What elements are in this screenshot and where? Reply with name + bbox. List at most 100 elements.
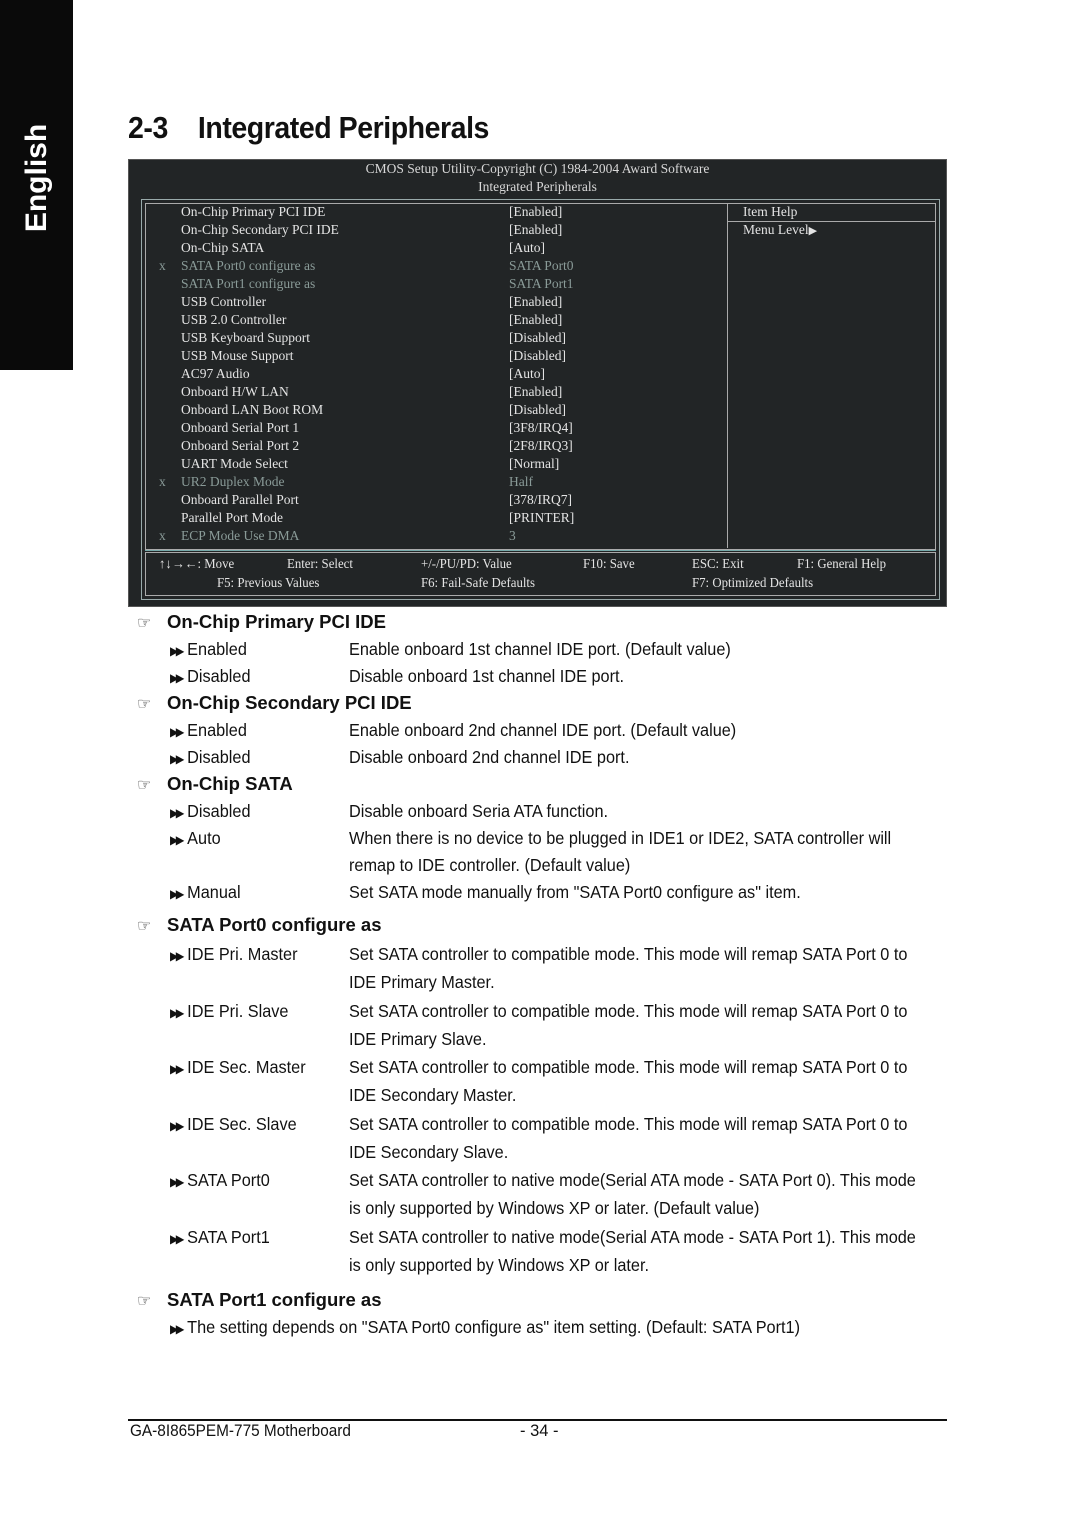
option-description: Set SATA controller to compatible mode. … [349, 1114, 908, 1134]
bios-setting-row[interactable]: On-Chip Secondary PCI IDE [Enabled] [129, 221, 727, 239]
option-name: ▶▶ SATA Port1 [170, 1227, 270, 1248]
bios-setting-value[interactable]: [Enabled] [509, 293, 562, 311]
bios-setting-value: 3 [509, 528, 516, 543]
disabled-mark: x [159, 258, 166, 273]
bios-setting-row[interactable]: On-Chip SATA [Auto] [129, 239, 727, 257]
option-description: IDE Secondary Master. [349, 1085, 517, 1105]
option-description: IDE Primary Master. [349, 972, 495, 992]
key-hint: F1: General Help [797, 556, 886, 572]
double-arrow-icon: ▶▶ [170, 1006, 184, 1020]
bios-setting-value[interactable]: [2F8/IRQ3] [509, 437, 573, 455]
bios-setting-label: Onboard Serial Port 1 [181, 420, 300, 435]
bios-setting-value[interactable]: [3F8/IRQ4] [509, 419, 573, 437]
bios-setting-value[interactable]: [Disabled] [509, 401, 566, 419]
key-name: ESC: [692, 556, 720, 571]
section-note-text: The setting depends on "SATA Port0 confi… [187, 1317, 801, 1337]
option-name-text: Disabled [187, 666, 251, 686]
option-name-text: Manual [187, 882, 241, 902]
language-tab-label: English [19, 123, 53, 233]
bios-setting-value[interactable]: [Enabled] [509, 221, 562, 239]
key-action: General Help [817, 556, 887, 571]
option-name-text: SATA Port1 [187, 1227, 270, 1247]
section-heading: ☞ On-Chip SATA [137, 773, 293, 795]
pointing-hand-icon: ☞ [137, 777, 152, 794]
key-hint: F6: Fail-Safe Defaults [421, 575, 535, 591]
key-name: F7: [692, 575, 710, 590]
bios-setting-row: x SATA Port0 configure as SATA Port0 [129, 257, 727, 275]
menu-level: Menu Level▶ [743, 221, 817, 240]
bios-setting-row[interactable]: USB 2.0 Controller [Enabled] [129, 311, 727, 329]
bios-setting-row[interactable]: Parallel Port Mode [PRINTER] [129, 509, 727, 527]
bios-setting-label: USB Mouse Support [181, 348, 294, 363]
page-title: 2-3 Integrated Peripherals [128, 110, 489, 146]
bios-setting-row[interactable]: On-Chip Primary PCI IDE [Enabled] [129, 203, 727, 221]
double-arrow-icon: ▶▶ [170, 806, 184, 820]
bios-setting-row[interactable]: USB Keyboard Support [Disabled] [129, 329, 727, 347]
bios-setting-value: SATA Port1 [509, 276, 574, 291]
key-hint: ESC: Exit [692, 556, 744, 572]
bios-setting-row[interactable]: Onboard Serial Port 1 [3F8/IRQ4] [129, 419, 727, 437]
key-action: Fail-Safe Defaults [441, 575, 535, 590]
key-action: Exit [722, 556, 744, 571]
bios-setting-label: USB Keyboard Support [181, 330, 310, 345]
bios-setting-value[interactable]: [Disabled] [509, 347, 566, 365]
option-description: IDE Secondary Slave. [349, 1142, 509, 1162]
option-description: When there is no device to be plugged in… [349, 828, 892, 848]
bios-setting-value[interactable]: [Enabled] [509, 311, 562, 329]
bios-setting-label: ECP Mode Use DMA [181, 528, 300, 543]
bios-setting-row[interactable]: Onboard Serial Port 2 [2F8/IRQ3] [129, 437, 727, 455]
double-arrow-icon: ▶▶ [170, 1232, 184, 1246]
option-description: Disable onboard 1st channel IDE port. [349, 666, 625, 686]
option-name: ▶▶ Disabled [170, 801, 251, 822]
bios-setting-row[interactable]: Onboard H/W LAN [Enabled] [129, 383, 727, 401]
bios-setting-row: x ECP Mode Use DMA 3 [129, 527, 727, 545]
bios-setting-label: On-Chip Primary PCI IDE [181, 204, 326, 219]
page-number: - 34 - [520, 1422, 559, 1440]
bios-setting-value[interactable]: [Enabled] [509, 383, 562, 401]
bios-setting-value[interactable]: [Disabled] [509, 329, 566, 347]
bios-setting-row[interactable]: Onboard Parallel Port [378/IRQ7] [129, 491, 727, 509]
bios-setting-value[interactable]: [Enabled] [509, 203, 562, 221]
double-arrow-icon: ▶▶ [170, 1322, 184, 1336]
double-arrow-icon: ▶▶ [170, 949, 184, 963]
key-hint: ↑↓→←: Move [159, 556, 234, 572]
pointing-hand-icon: ☞ [137, 615, 152, 632]
section-heading-text: On-Chip Secondary PCI IDE [167, 692, 412, 713]
bios-setting-row[interactable]: USB Controller [Enabled] [129, 293, 727, 311]
key-hint: F7: Optimized Defaults [692, 575, 813, 591]
bios-setting-row[interactable]: USB Mouse Support [Disabled] [129, 347, 727, 365]
bios-setting-value[interactable]: [PRINTER] [509, 509, 574, 527]
menu-level-label: Menu Level [743, 222, 809, 237]
option-description: Disable onboard Seria ATA function. [349, 801, 609, 821]
key-hint: F5: Previous Values [217, 575, 319, 591]
double-arrow-icon: ▶▶ [170, 1062, 184, 1076]
double-arrow-icon: ▶▶ [170, 725, 184, 739]
option-description: IDE Primary Slave. [349, 1029, 487, 1049]
key-hint: Enter: Select [287, 556, 353, 572]
key-name: ↑↓→←: [159, 556, 202, 571]
option-description: Set SATA controller to native mode(Seria… [349, 1227, 916, 1247]
option-name: ▶▶ Auto [170, 828, 221, 849]
bios-setting-value[interactable]: [Auto] [509, 365, 545, 383]
bios-setting-row[interactable]: AC97 Audio [Auto] [129, 365, 727, 383]
option-name-text: IDE Pri. Master [187, 944, 298, 964]
option-description: Set SATA controller to compatible mode. … [349, 1001, 908, 1021]
section-heading-text: On-Chip SATA [167, 773, 293, 794]
bios-setting-value[interactable]: [Auto] [509, 239, 545, 257]
key-hint: +/-/PU/PD: Value [421, 556, 512, 572]
bios-setting-label: Onboard H/W LAN [181, 384, 289, 399]
pointing-hand-icon: ☞ [137, 918, 152, 935]
option-description: is only supported by Windows XP or later… [349, 1198, 760, 1218]
disabled-mark: x [159, 474, 166, 489]
double-arrow-icon: ▶▶ [170, 887, 184, 901]
bios-setting-value[interactable]: [Normal] [509, 455, 559, 473]
bios-setting-row[interactable]: UART Mode Select [Normal] [129, 455, 727, 473]
option-name-text: Disabled [187, 747, 251, 767]
bios-setting-value[interactable]: [378/IRQ7] [509, 491, 572, 509]
key-action: Value [482, 556, 512, 571]
bios-setting-label: AC97 Audio [181, 366, 250, 381]
double-arrow-icon: ▶▶ [170, 1119, 184, 1133]
bios-setting-row[interactable]: Onboard LAN Boot ROM [Disabled] [129, 401, 727, 419]
option-name-text: Enabled [187, 639, 247, 659]
option-name-text: IDE Pri. Slave [187, 1001, 289, 1021]
